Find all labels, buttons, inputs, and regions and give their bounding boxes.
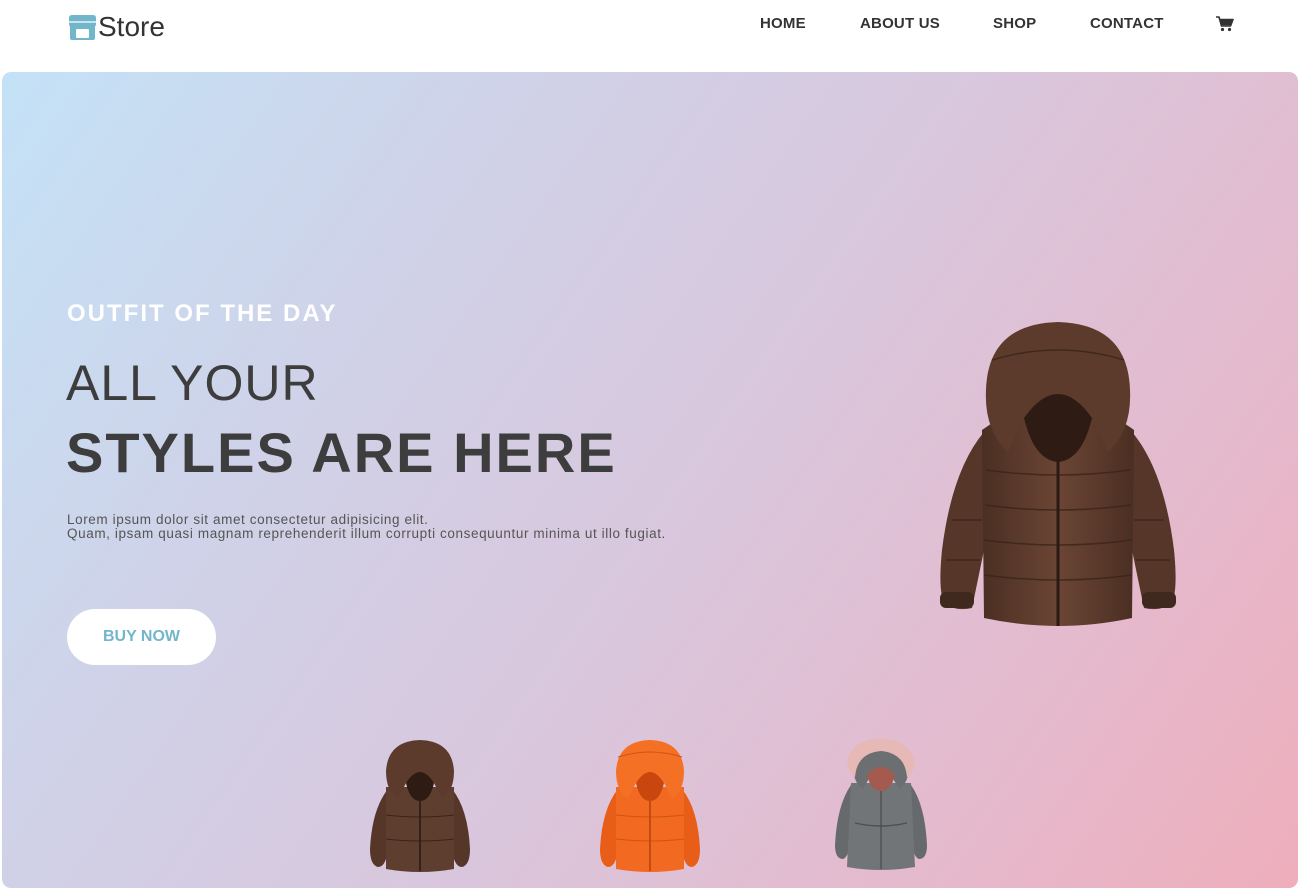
hero-eyebrow: OUTFIT OF THE DAY — [67, 300, 338, 327]
hero-headline-line2: STYLES ARE HERE — [66, 421, 617, 484]
nav-home-link[interactable]: HOME — [760, 15, 806, 33]
buy-now-button[interactable]: BUY NOW — [67, 609, 216, 665]
featured-jacket-image — [940, 322, 1176, 626]
main-nav: HOME ABOUT US SHOP CONTACT — [0, 15, 1302, 35]
thumbnail-gray-parka[interactable] — [831, 739, 931, 871]
nav-about-us-link[interactable]: ABOUT US — [860, 15, 940, 33]
thumbnail-brown-jacket[interactable] — [366, 739, 474, 873]
hero-headline-line1: ALL YOUR — [66, 355, 319, 411]
site-header: Store HOME ABOUT US SHOP CONTACT — [0, 0, 1302, 72]
thumbnail-orange-jacket[interactable] — [596, 739, 704, 873]
hero-description: Lorem ipsum dolor sit amet consectetur a… — [67, 513, 707, 541]
nav-contact-link[interactable]: CONTACT — [1090, 15, 1164, 33]
hero-description-line2: Quam, ipsam quasi magnam reprehenderit i… — [67, 526, 666, 541]
hero-description-line1: Lorem ipsum dolor sit amet consectetur a… — [67, 512, 429, 527]
nav-shop-link[interactable]: SHOP — [993, 15, 1036, 33]
hero-banner: OUTFIT OF THE DAY ALL YOUR STYLES ARE HE… — [2, 72, 1298, 888]
cart-icon[interactable] — [1216, 16, 1234, 32]
